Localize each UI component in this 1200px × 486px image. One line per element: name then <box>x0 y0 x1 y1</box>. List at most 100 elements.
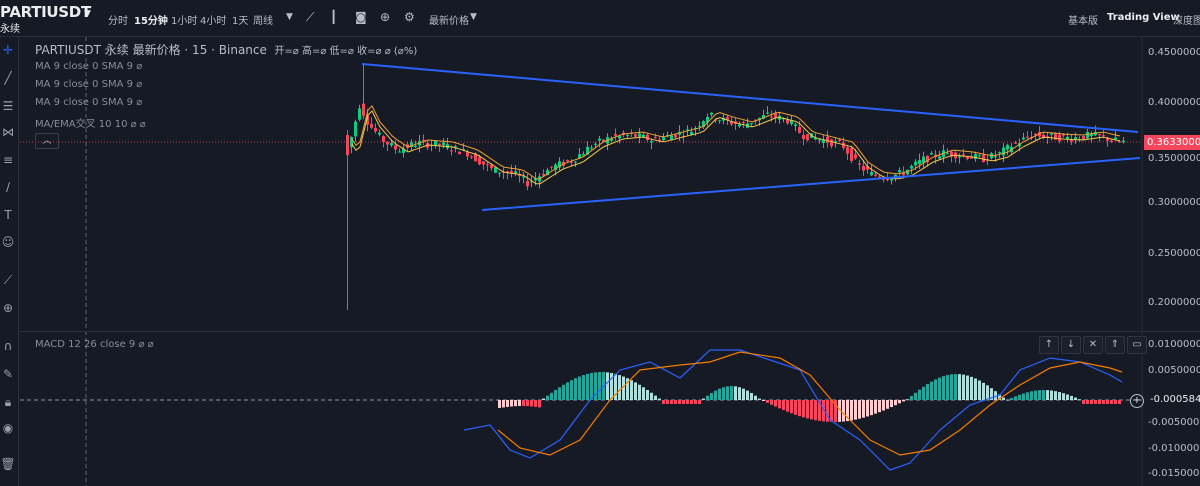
add-alert-icon[interactable]: + <box>1130 394 1144 408</box>
candle-body <box>698 125 701 127</box>
macd-bar <box>678 400 681 404</box>
macd-axis-tick: -0.0050000 <box>1148 417 1200 428</box>
macd-bar <box>1094 400 1097 404</box>
candle-body <box>594 143 597 145</box>
candle-body <box>378 132 381 135</box>
candle-body <box>1110 140 1113 142</box>
macd-bar <box>518 400 521 407</box>
candle-body <box>922 156 925 163</box>
move-down-icon[interactable]: ↓ <box>1061 336 1081 354</box>
macd-bar <box>850 400 853 421</box>
macd-bar <box>1114 400 1117 404</box>
candle-body <box>498 172 501 174</box>
legend-ma-2[interactable]: MA 9 close 0 SMA 9 ⌀ <box>35 79 142 90</box>
candle-body <box>590 147 593 149</box>
candle-body <box>454 146 457 148</box>
macd-bar <box>750 393 753 400</box>
candle-body <box>858 163 861 165</box>
candle-body <box>514 171 517 174</box>
macd-bar <box>1006 399 1009 401</box>
candle-body <box>638 133 641 137</box>
current-price-tag: 0.3633000 <box>1144 135 1200 150</box>
macd-bar <box>506 400 509 407</box>
macd-bar <box>738 387 741 400</box>
macd-bar <box>522 400 525 407</box>
macd-current-value: -0.000584 <box>1150 394 1200 405</box>
macd-bar <box>798 400 801 417</box>
macd-bar <box>978 380 981 400</box>
macd-bar <box>710 393 713 400</box>
candle-body <box>998 152 1001 154</box>
candle-body <box>414 145 417 147</box>
maximize-icon[interactable]: ⇑ <box>1105 336 1125 354</box>
candle-body <box>382 136 385 143</box>
move-up-icon[interactable]: ↑ <box>1039 336 1059 354</box>
candle-body <box>946 153 949 155</box>
candle-body <box>1014 142 1017 144</box>
macd-bar <box>634 382 637 400</box>
legend-ma-3[interactable]: MA 9 close 0 SMA 9 ⌀ <box>35 97 142 108</box>
candle-body <box>802 134 805 140</box>
macd-bar <box>914 392 917 400</box>
macd-bar <box>890 400 893 408</box>
candle-body <box>566 159 569 162</box>
price-axis-tick: 0.3500000 <box>1148 153 1200 164</box>
macd-bar <box>954 374 957 400</box>
candle-body <box>526 180 529 187</box>
macd-bar <box>882 400 885 411</box>
legend-collapse-button[interactable]: ︿ <box>35 133 59 149</box>
candle-body <box>898 170 901 173</box>
macd-bar <box>658 398 661 400</box>
price-axis-tick: 0.3000000 <box>1148 197 1200 208</box>
macd-bar <box>814 400 817 421</box>
candle-body <box>994 156 997 158</box>
candle-body <box>974 154 977 159</box>
macd-bar <box>694 400 697 404</box>
macd-bar <box>894 400 897 406</box>
macd-bar <box>666 400 669 404</box>
macd-bar <box>510 400 513 407</box>
lower-trendline[interactable] <box>481 157 1141 211</box>
macd-bar <box>778 400 781 409</box>
macd-bar <box>642 387 645 400</box>
candle-body <box>362 103 365 116</box>
macd-bar <box>1118 400 1121 404</box>
macd-bar <box>806 400 809 419</box>
legend-symbol: PARTIUSDT 永续 最新价格 · 15 · Binance <box>35 43 267 57</box>
candle-body <box>626 134 629 136</box>
macd-bar <box>630 380 633 400</box>
candle-body <box>846 147 849 154</box>
candle-body <box>1122 140 1125 143</box>
candle-body <box>674 134 677 138</box>
macd-bar <box>538 400 541 408</box>
candle-body <box>1098 134 1101 136</box>
macd-bar <box>546 395 549 400</box>
candle-body <box>750 123 753 125</box>
macd-bar <box>662 400 665 404</box>
candle-body <box>686 129 689 131</box>
candle-body <box>938 156 941 159</box>
macd-bar <box>874 400 877 414</box>
macd-bar <box>654 395 657 400</box>
macd-bar <box>702 398 705 400</box>
macd-bar <box>858 400 861 419</box>
legend-ma-1[interactable]: MA 9 close 0 SMA 9 ⌀ <box>35 61 142 72</box>
candle-body <box>826 136 829 143</box>
macd-bar <box>1102 400 1105 404</box>
candle-body <box>634 134 637 137</box>
restore-icon[interactable]: ▭ <box>1127 336 1147 354</box>
macd-legend[interactable]: MACD 12 26 close 9 ⌀ ⌀ <box>35 339 154 350</box>
macd-bar <box>514 400 517 407</box>
candle-body <box>710 112 713 115</box>
chart-legend-title: PARTIUSDT 永续 最新价格 · 15 · Binance 开=⌀ 高=⌀… <box>35 41 417 58</box>
macd-bar <box>582 375 585 400</box>
macd-bar <box>926 384 929 400</box>
close-icon[interactable]: ✕ <box>1083 336 1103 354</box>
legend-ma-cross[interactable]: MA/EMA交叉 10 10 ⌀ ⌀ <box>35 115 146 130</box>
macd-bar <box>1086 400 1089 404</box>
pane-separator[interactable] <box>20 331 1200 332</box>
macd-bar <box>542 398 545 400</box>
macd-bar <box>898 400 901 404</box>
legend-ohlc: 开=⌀ 高=⌀ 低=⌀ 收=⌀ ⌀ (⌀%) <box>274 46 418 57</box>
price-chart[interactable] <box>0 0 1200 486</box>
